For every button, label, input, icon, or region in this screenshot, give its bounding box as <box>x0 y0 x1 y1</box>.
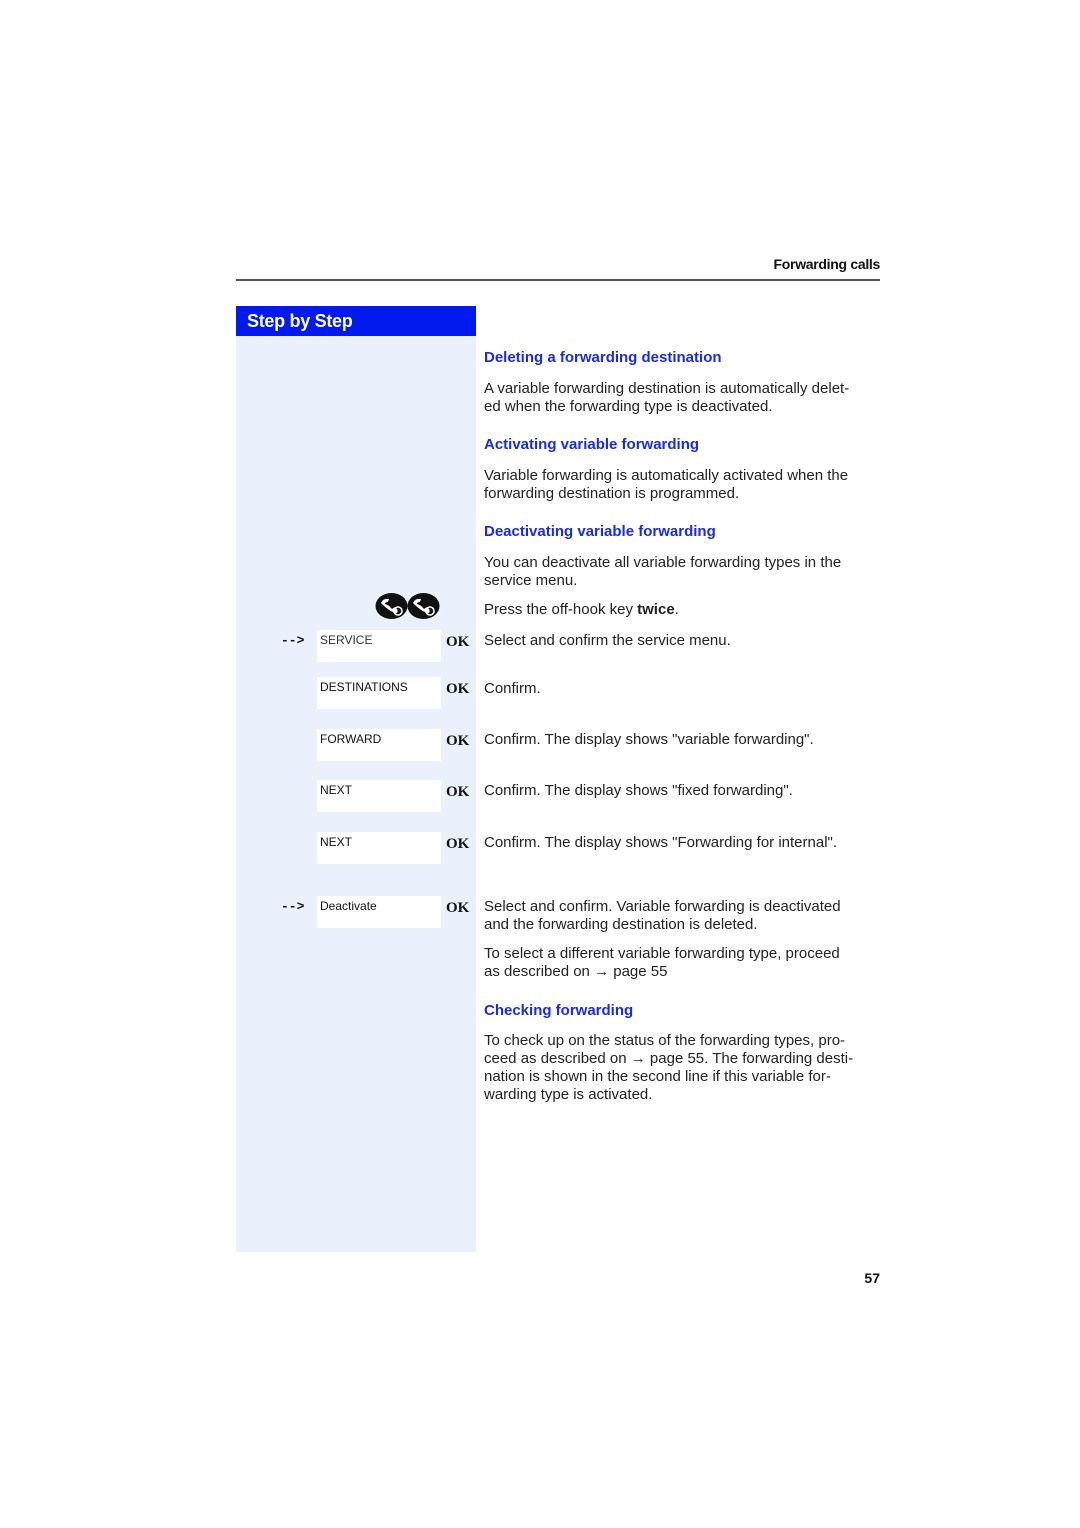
step-by-step-column <box>236 306 476 1252</box>
heading-activating: Activating variable forwarding <box>484 436 700 453</box>
scroll-arrow-icon: --> <box>281 899 305 914</box>
instruction-step: Select and confirm the service menu. <box>484 632 731 649</box>
paragraph-line: To check up on the status of the forward… <box>484 1032 846 1049</box>
instruction-press-twice: Press the off-hook key twice. <box>484 601 884 619</box>
instruction-step: Confirm. The display shows "variable for… <box>484 731 814 748</box>
page-reference-link[interactable]: as described on → page 55 <box>484 963 884 981</box>
display-item-service[interactable]: SERVICE <box>317 630 441 662</box>
display-item-next[interactable]: NEXT <box>317 832 441 864</box>
paragraph-line: nation is shown in the second line if th… <box>484 1068 831 1085</box>
ok-key[interactable]: OK <box>446 836 469 853</box>
heading-deactivating: Deactivating variable forwarding <box>484 523 716 540</box>
paragraph-line: To select a different variable forwardin… <box>484 945 840 962</box>
instruction-step: Confirm. The display shows "Forwarding f… <box>484 834 838 851</box>
display-item-deactivate[interactable]: Deactivate <box>317 896 441 928</box>
section-title: Forwarding calls <box>773 256 881 272</box>
display-item-forward[interactable]: FORWARD <box>317 729 441 761</box>
header-divider <box>236 279 880 281</box>
paragraph-line: ed when the forwarding type is deactivat… <box>484 398 773 415</box>
paragraph-line: service menu. <box>484 572 578 589</box>
instruction-step: Confirm. The display shows "fixed forwar… <box>484 782 793 799</box>
ok-key[interactable]: OK <box>446 634 469 651</box>
instruction-step: Confirm. <box>484 680 541 697</box>
instruction-text: . <box>674 601 679 618</box>
ok-key[interactable]: OK <box>446 733 469 750</box>
off-hook-key-icon <box>375 593 408 619</box>
display-item-next[interactable]: NEXT <box>317 780 441 812</box>
page-reference-link[interactable]: ceed as described on → page 55. The forw… <box>484 1050 884 1068</box>
paragraph-line: forwarding destination is programmed. <box>484 485 740 502</box>
heading-checking: Checking forwarding <box>484 1002 634 1019</box>
paragraph-line: A variable forwarding destination is aut… <box>484 380 850 397</box>
paragraph-line: warding type is activated. <box>484 1086 653 1103</box>
heading-deleting: Deleting a forwarding destination <box>484 349 722 366</box>
step-by-step-title: Step by Step <box>236 306 476 336</box>
ok-key[interactable]: OK <box>446 681 469 698</box>
paragraph-line: You can deactivate all variable forwardi… <box>484 554 842 571</box>
off-hook-key-icon <box>407 593 440 619</box>
paragraph-line: Variable forwarding is automatically act… <box>484 467 849 484</box>
instruction-text: Press the off-hook key <box>484 601 638 618</box>
ok-key[interactable]: OK <box>446 784 469 801</box>
page-number: 57 <box>864 1270 880 1286</box>
paragraph-line: Select and confirm. Variable forwarding … <box>484 898 841 915</box>
emphasis-twice: twice <box>637 601 675 618</box>
ok-key[interactable]: OK <box>446 900 469 917</box>
display-item-destinations[interactable]: DESTINATIONS <box>317 677 441 709</box>
scroll-arrow-icon: --> <box>281 633 305 648</box>
paragraph-line: and the forwarding destination is delete… <box>484 916 758 933</box>
